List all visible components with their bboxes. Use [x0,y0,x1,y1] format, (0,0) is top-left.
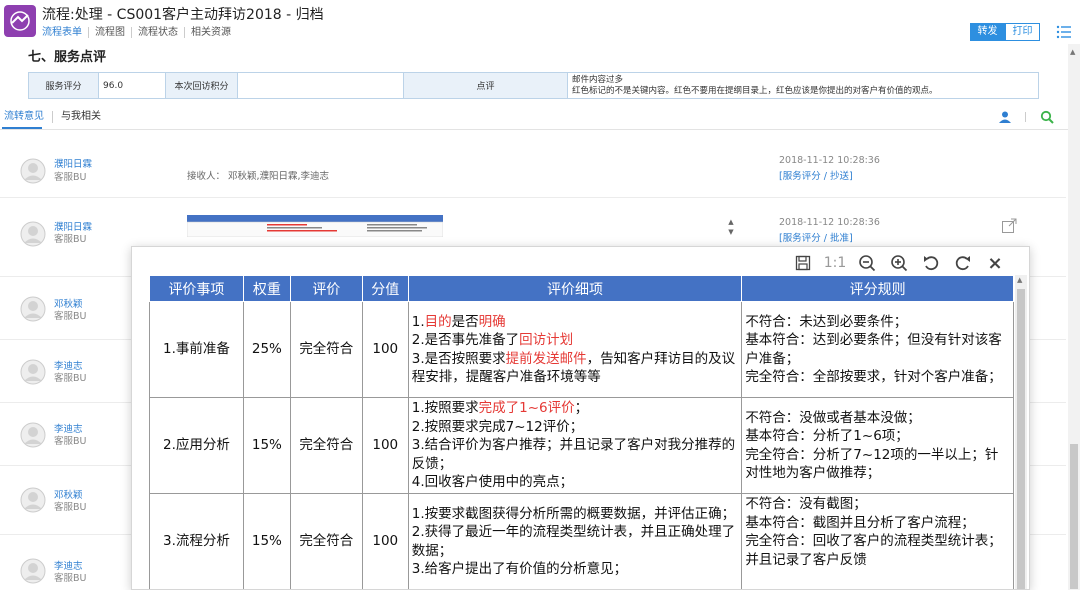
user-dept: 客服BU [54,311,87,322]
avatar [20,422,46,448]
viewer-scroll-up-arrow[interactable]: ▲ [1017,276,1022,284]
header-buttons: 转发 打印 [970,23,1040,41]
user-dept: 客服BU [54,573,87,584]
user-dept: 客服BU [54,234,87,245]
eval-result: 完全符合 [289,493,363,589]
eval-detail: 1.按照要求完成了1~6评价； 2.按照要求完成7~12评价； 3.结合评价为客… [407,397,743,494]
eval-detail: 1.目的是否明确 2.是否事先准备了回访计划 3.是否按照要求提前发送邮件，告知… [407,301,743,398]
eval-weight: 15% [242,493,291,589]
eval-weight: 15% [242,397,291,494]
col-rules: 评分规则 [741,275,1014,302]
search-icon[interactable] [1040,110,1054,124]
zoom-out-icon[interactable] [855,252,879,274]
rotate-right-icon[interactable] [951,252,975,274]
avatar [20,158,46,184]
opinion-action: [服务评分 / 批准] [779,233,853,244]
attachment-thumbnail[interactable] [187,215,443,237]
comment-label: 点评 [403,72,568,99]
tool-separator [1025,112,1026,122]
forward-button[interactable]: 转发 [970,23,1005,41]
col-eval: 评价 [289,275,363,302]
nav-related-resources[interactable]: 相关资源 [184,27,237,38]
page-scroll-thumb[interactable] [1070,444,1078,589]
eval-rules: 不符合：没有截图； 基本符合：截图并且分析了客户流程； 完全符合：回收了客户的流… [741,493,1014,589]
comment-line-2: 红色标记的不是关键内容。红色不要用在提纲目录上，红色应该是你提出的对客户有价值的… [572,85,938,96]
avatar [20,296,46,322]
viewer-scrollbar[interactable]: ▲ [1015,275,1027,589]
print-button[interactable]: 打印 [1005,23,1040,41]
col-item: 评价事项 [149,275,244,302]
evaluation-table: 评价事项 权重 评价 分值 评价细项 评分规则 1.事前准备 25% 完全符合 … [149,275,1014,589]
tab-flow-opinion[interactable]: 流转意见 [0,111,53,123]
actual-size-button[interactable]: 1:1 [823,252,847,274]
col-score: 分值 [361,275,409,302]
avatar [20,487,46,513]
visit-value [237,72,404,99]
tab-related-to-me[interactable]: 与我相关 [53,111,109,123]
eval-row: 1.事前准备 25% 完全符合 100 1.目的是否明确 2.是否事先准备了回访… [149,301,1014,398]
eval-result: 完全符合 [289,301,363,398]
page-title: 流程:处理 - CS001客户主动拜访2018 - 归档 [42,7,324,23]
user-dept: 客服BU [54,172,87,183]
opinion-action: [服务评分 / 抄送] [779,171,853,182]
eval-row: 2.应用分析 15% 完全符合 100 1.按照要求完成了1~6评价； 2.按照… [149,397,1014,494]
app-header: 流程:处理 - CS001客户主动拜访2018 - 归档 流程表单 流程图 流程状态… [0,0,1080,44]
evaluation-image: 评价事项 权重 评价 分值 评价细项 评分规则 1.事前准备 25% 完全符合 … [149,275,1014,589]
eval-detail: 1.按要求截图获得分析所需的概要数据，并评估正确； 2.获得了最近一年的流程类型… [407,493,743,589]
sub-nav: 流程表单 流程图 流程状态 相关资源 [42,27,237,38]
close-icon[interactable]: × [983,252,1007,274]
scroll-up-arrow[interactable]: ▲ [1070,48,1075,56]
eval-score: 100 [361,301,409,398]
nav-flow-status[interactable]: 流程状态 [131,27,184,38]
thumbnail-scroll-arrows[interactable]: ▲ ▼ [726,217,736,239]
save-icon[interactable] [791,252,815,274]
comment-line-1: 邮件内容过多 [572,74,624,85]
viewer-toolbar: 1:1 × [783,251,1007,275]
service-score-table: 服务评分 96.0 本次回访积分 点评 邮件内容过多 红色标记的不是关键内容。红… [28,72,1039,99]
eval-item: 2.应用分析 [149,397,244,494]
menu-list-icon[interactable] [1056,24,1072,40]
viewer-scroll-thumb[interactable] [1017,289,1025,589]
user-dept: 客服BU [54,502,87,513]
eval-rules: 不符合：未达到必要条件； 基本符合：达到必要条件；但没有针对该客户准备； 完全符… [741,301,1014,398]
eval-score: 100 [361,397,409,494]
visit-label: 本次回访积分 [165,72,238,99]
section-title: 七、服务点评 [28,50,107,65]
eval-header-row: 评价事项 权重 评价 分值 评价细项 评分规则 [149,275,1014,302]
score-value: 96.0 [98,72,166,99]
eval-rules: 不符合：没做或者基本没做； 基本符合：分析了1~6项； 完全符合：分析了7~12… [741,397,1014,494]
eval-item: 1.事前准备 [149,301,244,398]
eval-result: 完全符合 [289,397,363,494]
user-name[interactable]: 濮阳日霖 [54,156,92,170]
user-dept: 客服BU [54,436,87,447]
nav-flow-chart[interactable]: 流程图 [88,27,131,38]
col-detail: 评价细项 [407,275,743,302]
rotate-left-icon[interactable] [919,252,943,274]
user-dept: 客服BU [54,373,87,384]
score-label: 服务评分 [28,72,99,99]
eval-score: 100 [361,493,409,589]
avatar [20,558,46,584]
eval-item: 3.流程分析 [149,493,244,589]
comment-text: 邮件内容过多 红色标记的不是关键内容。红色不要用在提纲目录上，红色应该是你提出的… [567,72,1039,99]
zoom-in-icon[interactable] [887,252,911,274]
col-weight: 权重 [242,275,291,302]
opinion-tabs: 流转意见 与我相关 [0,111,109,123]
nav-flow-form[interactable]: 流程表单 [42,27,88,38]
flow-logo-icon [10,11,30,31]
opinion-row: 濮阳日霖 客服BU 接收人： 邓秋颖,濮阳日霖,李迪志 2018-11-12 1… [0,130,1066,198]
eval-row: 3.流程分析 15% 完全符合 100 1.按要求截图获得分析所需的概要数据，并… [149,493,1014,589]
opinion-time: 2018-11-12 10:28:36 [779,155,880,166]
opinion-time: 2018-11-12 10:28:36 [779,217,880,228]
image-viewer-dialog: 1:1 × 评价事项 权重 评价 分值 评价细项 评分规则 1.事前准备 25%… [131,246,1030,590]
receivers-text: 接收人： 邓秋颖,濮阳日霖,李迪志 [187,171,330,182]
avatar [20,221,46,247]
user-filter-icon[interactable] [998,110,1012,124]
app-logo [4,5,36,37]
share-icon[interactable] [1001,218,1017,234]
avatar [20,359,46,385]
page-scrollbar[interactable]: ▲ [1068,44,1080,590]
eval-weight: 25% [242,301,291,398]
